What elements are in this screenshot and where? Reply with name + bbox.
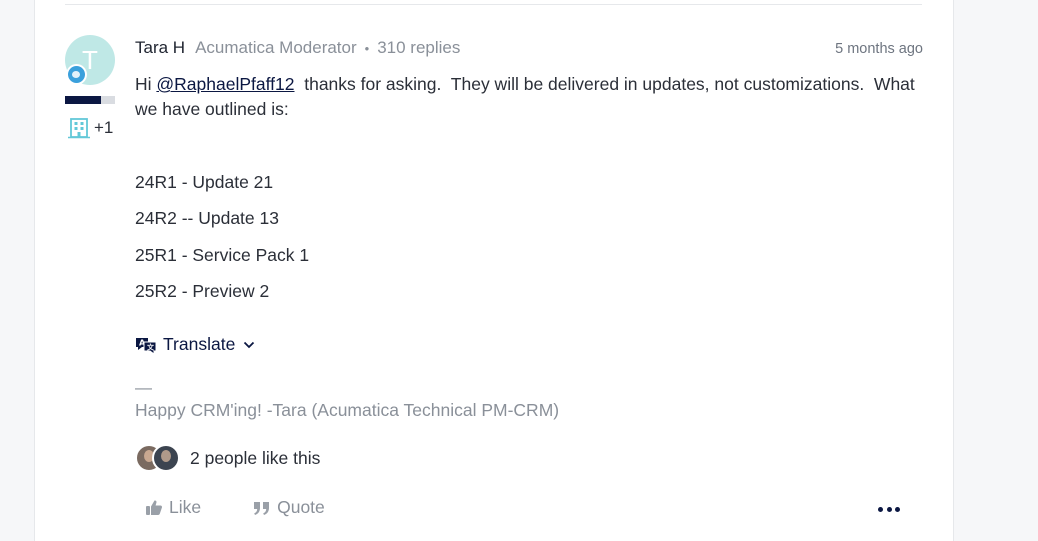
list-item: 25R1 - Service Pack 1	[135, 245, 310, 265]
rank-progress-fill	[65, 96, 101, 104]
post-body: Hi @RaphaelPfaff12 thanks for asking. Th…	[135, 72, 925, 122]
community-badge-icon	[66, 64, 87, 85]
author-name[interactable]: Tara H	[135, 38, 185, 58]
like-button[interactable]: Like	[145, 497, 201, 518]
list-item: 25R2 - Preview 2	[135, 281, 270, 301]
building-icon[interactable]	[68, 117, 90, 139]
quote-label: Quote	[277, 497, 325, 517]
quote-button[interactable]: Quote	[253, 497, 325, 518]
quote-icon	[254, 501, 270, 515]
like-label: Like	[169, 497, 202, 517]
post-actions: Like Quote	[145, 497, 325, 518]
author-line: Tara H Acumatica Moderator • 310 replies	[135, 38, 460, 58]
rank-progress-bar	[65, 96, 115, 104]
signature: Happy CRM'ing! -Tara (Acumatica Technica…	[135, 400, 560, 420]
list-item: 24R2 -- Update 13	[135, 208, 279, 228]
post-timestamp[interactable]: 5 months ago	[835, 41, 923, 57]
translate-button[interactable]: A 文 Translate	[135, 334, 261, 355]
chevron-down-icon	[244, 341, 255, 348]
translate-icon: A 文	[136, 337, 157, 355]
translate-label: Translate	[163, 334, 236, 354]
reply-count: 310 replies	[377, 38, 461, 57]
signature-divider: —	[135, 378, 152, 397]
greeting-text: Hi	[135, 74, 157, 94]
svg-text:文: 文	[147, 342, 155, 351]
likes-count-text[interactable]: 2 people like this	[190, 448, 320, 469]
divider	[65, 4, 922, 5]
user-mention-link[interactable]: @RaphaelPfaff12	[156, 74, 294, 94]
separator: •	[364, 41, 370, 56]
liker-avatar[interactable]	[152, 444, 180, 472]
list-item: 24R1 - Update 21	[135, 172, 274, 192]
company-count[interactable]: +1	[94, 118, 113, 138]
thumbs-up-icon	[146, 500, 163, 515]
likes-summary[interactable]: 2 people like this	[135, 444, 320, 472]
author-role: Acumatica Moderator	[195, 38, 357, 57]
more-options-icon[interactable]	[878, 500, 900, 518]
